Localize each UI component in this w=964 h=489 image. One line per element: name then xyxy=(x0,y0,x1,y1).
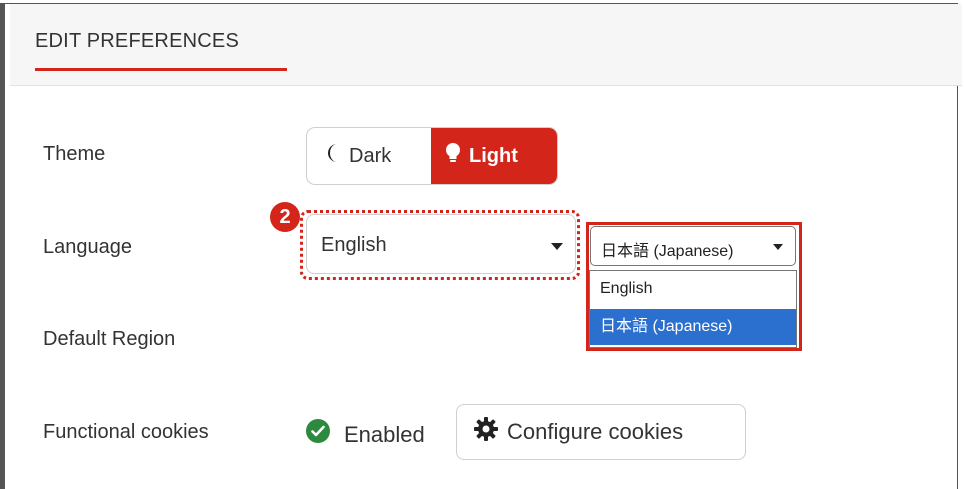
configure-cookies-label: Configure cookies xyxy=(507,419,684,444)
panel-header: EDIT PREFERENCES xyxy=(10,4,962,86)
page-title: EDIT PREFERENCES xyxy=(35,30,239,52)
cookies-label: Functional cookies xyxy=(43,421,209,443)
chevron-down-icon xyxy=(773,244,783,250)
cookies-status: Enabled xyxy=(344,422,425,447)
native-select-value: 日本語 (Japanese) xyxy=(601,243,734,260)
lightbulb-icon xyxy=(445,142,461,170)
theme-dark-button[interactable]: Dark xyxy=(307,128,431,184)
language-dropdown-list: English 日本語 (Japanese) xyxy=(589,270,797,348)
region-label: Default Region xyxy=(43,328,176,350)
theme-light-label: Light xyxy=(469,144,518,167)
theme-toggle: Dark Light xyxy=(306,127,558,185)
option-english[interactable]: English xyxy=(590,271,796,307)
moon-icon xyxy=(325,143,341,169)
native-language-select[interactable]: 日本語 (Japanese) xyxy=(590,226,796,266)
title-underline xyxy=(35,68,287,71)
annotation-highlight-dotted xyxy=(300,210,580,280)
theme-light-button[interactable]: Light xyxy=(431,128,557,184)
option-japanese[interactable]: 日本語 (Japanese) xyxy=(590,309,796,345)
language-label: Language xyxy=(43,236,132,258)
theme-label: Theme xyxy=(43,143,106,165)
check-circle-icon xyxy=(306,419,330,443)
configure-cookies-button[interactable]: Configure cookies xyxy=(456,404,746,460)
step-badge: 2 xyxy=(270,202,300,232)
theme-dark-label: Dark xyxy=(349,144,392,167)
gear-icon xyxy=(473,416,499,448)
